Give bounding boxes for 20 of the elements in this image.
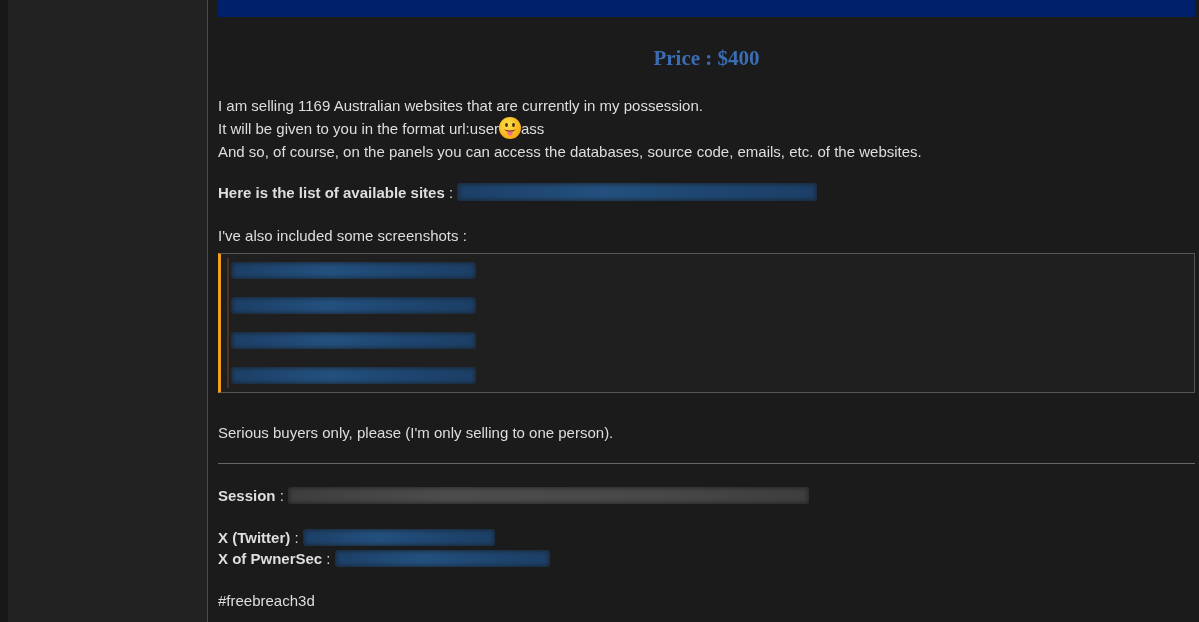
blurred-link[interactable] [231, 297, 476, 314]
body-text: It will be given to you in the format url:user [218, 118, 499, 139]
body-text: Serious buyers only, please (I'm only selling to one person). [218, 423, 615, 443]
blurred-link[interactable] [334, 550, 550, 567]
body-text: I am selling 1169 Australian websites that are currently in my possession. [218, 95, 704, 116]
blurred-link[interactable] [302, 529, 495, 546]
tongue-out-face-icon [498, 117, 521, 139]
blurred-link[interactable] [231, 262, 476, 279]
price-heading: Price : $400 [652, 45, 761, 71]
blurred-link[interactable] [231, 367, 476, 384]
label-text: X (Twitter) : [218, 528, 299, 548]
label-text: Session : [218, 486, 284, 506]
blurred-link[interactable] [457, 183, 818, 201]
label-text: X of PwnerSec : [218, 549, 331, 569]
label-text: Here is the list of available sites : [218, 182, 454, 203]
body-text: I've also included some screenshots : [218, 225, 468, 246]
blurred-link[interactable] [231, 332, 476, 349]
body-text: ass [520, 118, 545, 139]
hashtag-text: #freebreach3d [218, 591, 316, 611]
body-text: And so, of course, on the panels you can access the databases, source code, emails, etc. of the websites. [218, 141, 923, 162]
